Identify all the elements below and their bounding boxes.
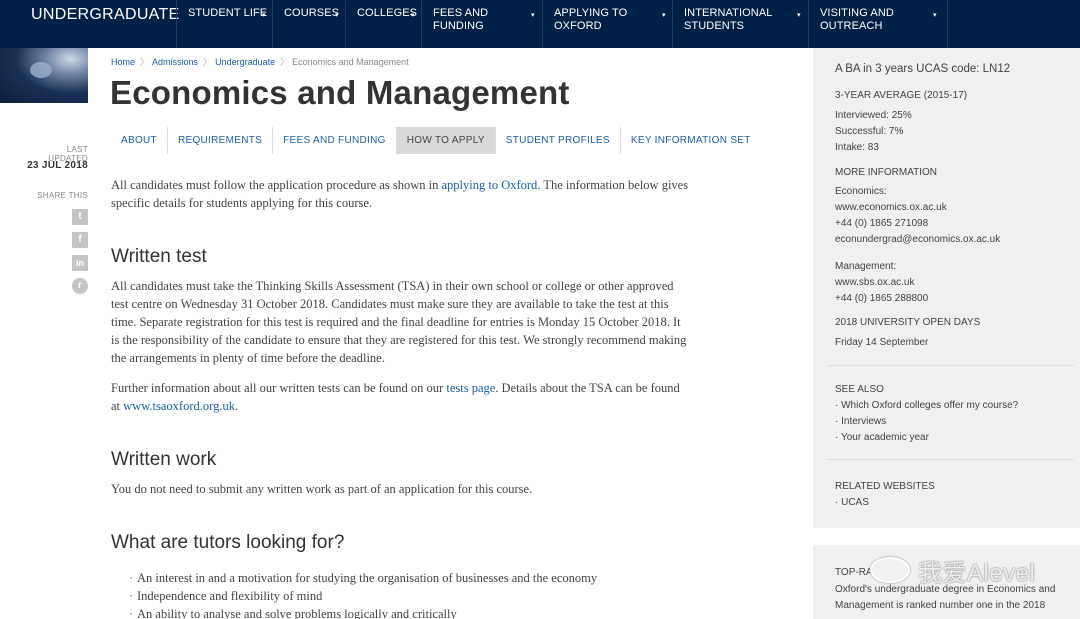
related-websites-heading: RELATED WEBSITES: [835, 481, 935, 492]
economics-phone: +44 (0) 1865 271098: [835, 218, 929, 229]
written-test-paragraph: All candidates must take the Thinking Sk…: [111, 279, 687, 365]
see-also-link[interactable]: Interviews: [841, 416, 886, 427]
ranking-text-line2: Management is ranked number one in the 2…: [835, 600, 1046, 611]
facebook-icon[interactable]: f: [72, 232, 88, 248]
tsa-website-link[interactable]: www.tsaoxford.org.uk: [123, 399, 235, 413]
economics-email-link[interactable]: econundergrad@economics.ox.ac.uk: [835, 232, 1065, 248]
see-also-heading: SEE ALSO: [835, 384, 884, 395]
economics-label: Economics:: [835, 186, 887, 197]
top-navigation: UNDERGRADUATE STUDENT LIFE ▾ COURSES ▾ C…: [0, 0, 1080, 48]
management-website-link[interactable]: www.sbs.ox.ac.uk: [835, 275, 1065, 291]
related-website-item[interactable]: · UCAS: [835, 495, 1065, 511]
tab-requirements[interactable]: REQUIREMENTS: [168, 127, 274, 154]
further-text-end: .: [234, 399, 239, 413]
intro-text: All candidates must follow the applicati…: [111, 178, 442, 192]
written-test-further-paragraph: Further information about all our writte…: [111, 379, 691, 415]
written-work-heading: Written work: [111, 449, 217, 470]
nav-label: COLLEGES: [357, 7, 418, 19]
breadcrumb: Home 〉 Admissions 〉 Undergraduate 〉 Economics …: [111, 55, 411, 68]
tutors-list: An interest in and a motivation for stud…: [129, 569, 691, 619]
nav-label-line2: STUDENTS: [684, 20, 745, 32]
sidebar-divider: [827, 459, 1074, 460]
nav-colleges[interactable]: COLLEGES ▾: [345, 0, 422, 48]
nav-fees-and-funding[interactable]: FEES AND FUNDING ▾: [421, 0, 542, 48]
breadcrumb-current: Economics and Management: [292, 57, 409, 67]
tutors-heading: What are tutors looking for?: [111, 532, 345, 553]
breadcrumb-admissions[interactable]: Admissions: [152, 57, 198, 67]
course-tabs: ABOUT REQUIREMENTS FEES AND FUNDING HOW …: [111, 127, 761, 154]
interviewed-stat: Interviewed: 25%: [835, 110, 912, 121]
nav-student-life[interactable]: STUDENT LIFE ▾: [176, 0, 272, 48]
nav-label-line1: INTERNATIONAL: [684, 7, 773, 19]
list-item: Independence and flexibility of mind: [129, 587, 691, 605]
nav-label: COURSES: [284, 7, 340, 19]
nav-courses[interactable]: COURSES ▾: [272, 0, 346, 48]
average-heading: 3-YEAR AVERAGE (2015-17): [835, 90, 968, 101]
written-test-heading: Written test: [111, 246, 207, 267]
see-also-link[interactable]: Which Oxford colleges offer my course?: [841, 400, 1018, 411]
chevron-down-icon: ▾: [662, 12, 666, 19]
list-item: An ability to analyse and solve problems…: [129, 605, 691, 619]
written-work-paragraph: You do not need to submit any written wo…: [111, 482, 533, 496]
successful-stat: Successful: 7%: [835, 126, 904, 137]
tests-page-link[interactable]: tests page: [446, 381, 495, 395]
management-label: Management:: [835, 261, 897, 272]
breadcrumb-separator: 〉: [140, 57, 150, 67]
nav-label: FEES AND FUNDING: [433, 7, 489, 32]
open-days-heading: 2018 UNIVERSITY OPEN DAYS: [835, 317, 981, 328]
breadcrumb-separator: 〉: [203, 57, 213, 67]
tab-student-profiles[interactable]: STUDENT PROFILES: [496, 127, 621, 154]
tab-fees-and-funding[interactable]: FEES AND FUNDING: [273, 127, 397, 154]
wechat-icon: [870, 557, 910, 583]
nav-label-line2: OUTREACH: [820, 20, 883, 32]
breadcrumb-separator: 〉: [280, 57, 290, 67]
open-days-date: Friday 14 September: [835, 337, 929, 348]
nav-applying-to-oxford[interactable]: APPLYING TO OXFORD ▾: [542, 0, 672, 48]
more-information-heading: MORE INFORMATION: [835, 167, 938, 178]
degree-info: A BA in 3 years UCAS code: LN12: [835, 63, 1011, 75]
see-also-item[interactable]: · Your academic year: [835, 430, 1065, 446]
management-phone: +44 (0) 1865 288800: [835, 293, 929, 304]
brand-link[interactable]: UNDERGRADUATE: [31, 6, 180, 24]
nav-label: APPLYING TO OXFORD: [554, 7, 628, 32]
intro-paragraph: All candidates must follow the applicati…: [111, 176, 691, 212]
tab-how-to-apply[interactable]: HOW TO APPLY: [396, 127, 496, 154]
chevron-down-icon: ▾: [411, 12, 415, 19]
sidebar-divider: [827, 365, 1074, 366]
chevron-down-icon: ▾: [262, 12, 266, 19]
list-item: An interest in and a motivation for stud…: [129, 569, 691, 587]
page-title: Economics and Management: [110, 74, 570, 111]
nav-international-students[interactable]: INTERNATIONAL STUDENTS ▾: [672, 0, 808, 48]
last-updated-date: 23 JUL 2018: [27, 160, 88, 171]
further-text: Further information about all our writte…: [111, 381, 447, 395]
economics-website-link[interactable]: www.economics.ox.ac.uk: [835, 200, 1065, 216]
tab-key-information-set[interactable]: KEY INFORMATION SET: [621, 127, 761, 154]
tab-about[interactable]: ABOUT: [111, 127, 168, 154]
nav-label: STUDENT LIFE: [188, 7, 268, 19]
watermark-text: 我爱Alevel: [918, 560, 1036, 587]
see-also-item[interactable]: · Interviews: [835, 414, 1065, 430]
linkedin-icon[interactable]: in: [72, 255, 88, 271]
applying-to-oxford-link[interactable]: applying to Oxford: [441, 178, 537, 192]
breadcrumb-undergraduate[interactable]: Undergraduate: [215, 57, 275, 67]
chevron-down-icon: ▾: [933, 12, 937, 19]
chevron-down-icon: ▾: [531, 12, 535, 19]
nav-label-line1: VISITING AND: [820, 7, 894, 19]
reddit-icon[interactable]: r: [72, 278, 88, 294]
see-also-item[interactable]: · Which Oxford colleges offer my course?: [835, 398, 1065, 414]
breadcrumb-home[interactable]: Home: [111, 57, 135, 67]
nav-visiting-and-outreach[interactable]: VISITING AND OUTREACH ▾: [808, 0, 948, 48]
twitter-icon[interactable]: t: [72, 209, 88, 225]
chevron-down-icon: ▾: [335, 12, 339, 19]
ucas-link[interactable]: UCAS: [841, 497, 869, 508]
intake-stat: Intake: 83: [835, 142, 879, 153]
main-content: All candidates must follow the applicati…: [111, 176, 691, 619]
header-image: [0, 48, 88, 103]
chevron-down-icon: ▾: [797, 12, 801, 19]
share-label: SHARE THIS: [37, 191, 88, 200]
see-also-link[interactable]: Your academic year: [841, 432, 929, 443]
